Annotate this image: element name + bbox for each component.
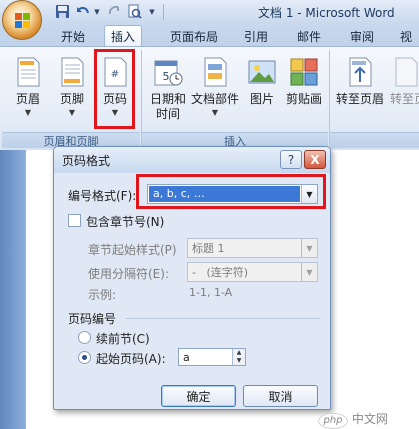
redo-icon[interactable] [105,3,122,20]
page-numbering-heading: 页码编号 [68,312,117,326]
goto-header-label: 转至页眉 [335,92,384,106]
goto-footer-icon [395,57,418,87]
clipart-label: 剪贴画 [285,92,322,106]
customize-qat-icon[interactable]: ▼ [146,3,158,20]
document-parts-icon [204,57,227,87]
separator-label: 使用分隔符(E): [88,267,169,281]
separator-select[interactable]: - (连字符) ▼ [187,262,318,282]
header-icon [17,57,40,87]
svg-text:5: 5 [163,70,170,83]
help-button[interactable]: ? [280,150,302,169]
separator-value: - (连字符) [192,266,249,279]
office-button[interactable] [2,0,42,40]
continue-previous-radio[interactable] [78,331,91,344]
save-icon[interactable] [54,3,71,20]
tab-references[interactable]: 引用 [244,28,268,45]
highlight-box-page-number [94,49,135,129]
clipart-button[interactable]: 剪贴画 [283,52,325,130]
date-time-button[interactable]: 5 日期和 时间 [147,52,189,130]
php-logo: php [318,413,348,429]
titlebar-separator [163,4,164,20]
header-button[interactable]: 页眉 ▼ [10,52,46,130]
calendar-icon: 5 [154,60,183,86]
spin-up-icon[interactable]: ▲ [233,349,245,357]
highlight-box-number-format [136,174,326,209]
date-time-label: 日期和 时间 [149,92,186,121]
document-margin [0,150,26,429]
include-chapter-label: 包含章节号(N) [86,215,165,229]
start-at-spinner[interactable]: a ▲ ▼ [178,348,246,366]
picture-icon [248,60,276,84]
chevron-down-icon: ▼ [24,108,32,117]
undo-dropdown-icon[interactable]: ▼ [93,3,101,20]
document-parts-label: 文档部件 [190,92,239,106]
goto-footer-label: 转至页 [390,92,419,106]
tab-page-layout[interactable]: 页面布局 [170,28,218,45]
number-format-label: 编号格式(F): [68,189,137,203]
tab-mailings[interactable]: 邮件 [297,28,321,45]
chevron-down-icon: ▼ [301,239,317,257]
ok-button[interactable]: 确定 [161,385,236,407]
start-at-value: a [183,350,190,364]
clipart-icon [290,58,318,86]
dialog-title: 页码格式 [62,154,111,168]
goto-header-icon [349,57,372,87]
watermark-text: 中文网 [351,412,388,426]
chapter-style-label: 章节起始样式(P) [88,243,177,257]
start-at-radio[interactable] [78,351,91,364]
tab-insert[interactable]: 插入 [104,25,143,46]
section-divider [126,318,320,319]
chapter-style-value: 标题 1 [192,242,225,255]
undo-icon[interactable] [75,3,92,20]
example-value: 1-1, 1-A [189,286,233,299]
spin-down-icon[interactable]: ▼ [233,357,245,365]
footer-icon [61,57,84,87]
print-preview-icon[interactable] [126,3,143,20]
document-parts-button[interactable]: 文档部件 ▼ [190,52,240,130]
close-button[interactable]: X [304,150,326,169]
tab-view[interactable]: 视 [400,28,412,45]
continue-previous-label: 续前节(C) [96,332,150,346]
goto-header-button[interactable]: 转至页眉 [333,52,387,130]
footer-label: 页脚 [59,92,84,106]
include-chapter-checkbox[interactable] [68,214,81,227]
chapter-style-select[interactable]: 标题 1 ▼ [187,238,318,258]
example-label: 示例: [88,288,117,302]
cancel-button[interactable]: 取消 [243,385,318,407]
goto-footer-button[interactable]: 转至页 [390,52,419,130]
chevron-down-icon: ▼ [301,263,317,281]
tab-review[interactable]: 审阅 [350,28,374,45]
chevron-down-icon: ▼ [68,108,76,117]
chevron-down-icon: ▼ [211,108,219,117]
group-title-navigation [330,132,419,148]
picture-button[interactable]: 图片 [244,52,280,130]
office-logo-icon [15,13,30,28]
tab-home[interactable]: 开始 [61,28,85,45]
start-at-label: 起始页码(A): [96,352,166,366]
window-title: 文档 1 - Microsoft Word [258,6,395,20]
header-label: 页眉 [15,92,40,106]
picture-label: 图片 [249,92,274,106]
watermark: php 中文网 [318,410,388,429]
footer-button[interactable]: 页脚 ▼ [54,52,90,130]
